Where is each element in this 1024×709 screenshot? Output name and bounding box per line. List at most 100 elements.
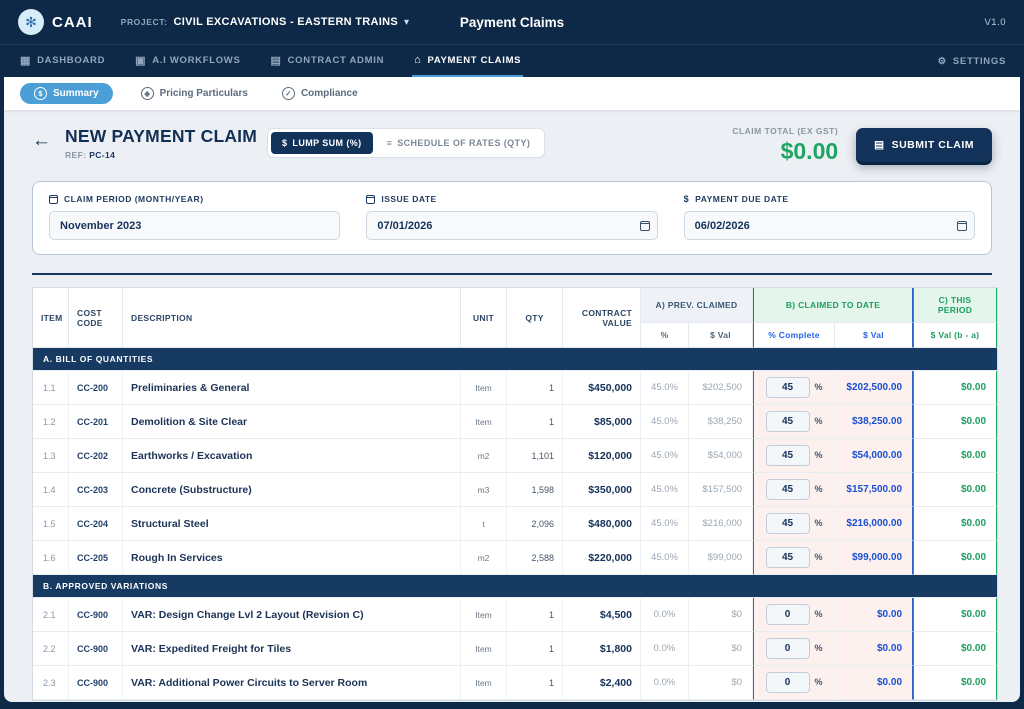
claimed-to-date-val-cell: $0.00 [835, 666, 914, 700]
schedule-of-rates-toggle-button[interactable]: ≡ SCHEDULE OF RATES (QTY) [376, 132, 542, 154]
percent-complete-input[interactable] [765, 479, 810, 500]
description-cell: Preliminaries & General [123, 371, 461, 405]
percent-complete-input[interactable] [765, 547, 810, 568]
description-cell: Rough In Services [123, 541, 461, 575]
claim-period-field: CLAIM PERIOD (MONTH/YEAR) [49, 194, 341, 240]
nav-item-contract-admin[interactable]: ▤ CONTRACT ADMIN [269, 45, 387, 77]
claims-table: ITEM COST CODE DESCRIPTION UNIT QTY CONT… [32, 287, 999, 701]
section-title: A. BILL OF QUANTITIES [33, 348, 998, 371]
percent-suffix: % [814, 609, 823, 619]
version-badge: V1.0 [984, 16, 1006, 28]
main-nav: ▦ DASHBOARD ▣ A.I WORKFLOWS ▤ CONTRACT A… [0, 44, 1024, 77]
percent-complete-input[interactable] [765, 513, 810, 534]
percent-suffix: % [814, 416, 823, 426]
contract-value-cell: $2,400 [563, 666, 641, 700]
percent-complete-input[interactable] [765, 604, 810, 625]
workflows-icon: ▣ [135, 54, 147, 67]
tab-compliance[interactable]: ✓ Compliance [276, 83, 364, 104]
claim-title: NEW PAYMENT CLAIM [65, 126, 258, 146]
claimed-to-date-val-cell: $38,250.00 [835, 405, 914, 439]
prev-claimed-pct-cell: 0.0% [641, 666, 689, 700]
cost-code-cell: CC-900 [69, 666, 123, 700]
pct-complete-cell: % [753, 507, 836, 541]
percent-complete-input[interactable] [765, 445, 810, 466]
dollar-icon: $ [683, 194, 690, 204]
pct-complete-cell: % [753, 598, 836, 632]
nav-item-ai-workflows[interactable]: ▣ A.I WORKFLOWS [133, 45, 242, 77]
submit-claim-button[interactable]: ▤ SUBMIT CLAIM [856, 128, 992, 162]
item-number-cell: 2.3 [33, 666, 69, 700]
percent-complete-input[interactable] [765, 377, 810, 398]
shield-check-icon: ✓ [281, 87, 295, 100]
lump-sum-toggle-button[interactable]: $ LUMP SUM (%) [271, 132, 373, 154]
contract-value-cell: $1,800 [563, 632, 641, 666]
description-cell: Structural Steel [123, 507, 461, 541]
prev-claimed-pct-cell: 0.0% [641, 598, 689, 632]
nav-label: DASHBOARD [37, 54, 106, 66]
col-header-unit: UNIT [461, 288, 507, 348]
table-row: 1.5 CC-204 Structural Steel t 2,096 $480,000 4… [33, 507, 998, 541]
col-header-qty: QTY [507, 288, 563, 348]
unit-cell: Item [461, 632, 507, 666]
section-header-row: B. APPROVED VARIATIONS [33, 575, 998, 598]
col-header-prev-pct: % [641, 323, 689, 348]
percent-complete-input[interactable] [765, 411, 810, 432]
date-picker-icon[interactable] [639, 220, 650, 231]
percent-complete-input[interactable] [765, 638, 810, 659]
cost-code-cell: CC-900 [69, 598, 123, 632]
nav-item-settings[interactable]: ⚙ SETTINGS [938, 45, 1006, 77]
issue-date-field: ISSUE DATE [366, 194, 658, 240]
unit-cell: Item [461, 666, 507, 700]
brand-name: CAAI [52, 13, 93, 31]
qty-cell: 2,096 [507, 507, 563, 541]
page-title: Payment Claims [459, 14, 565, 30]
qty-cell: 1 [507, 666, 563, 700]
issue-date-input-wrap [366, 211, 658, 240]
nav-label: CONTRACT ADMIN [287, 54, 385, 66]
table-row: 1.2 CC-201 Demolition & Site Clear Item 1 $85… [33, 405, 998, 439]
item-number-cell: 1.2 [33, 405, 69, 439]
col-header-description: DESCRIPTION [123, 288, 461, 348]
section-header-row: A. BILL OF QUANTITIES [33, 348, 998, 371]
nav-item-dashboard[interactable]: ▦ DASHBOARD [18, 45, 107, 77]
pct-complete-cell: % [753, 439, 836, 473]
project-name: CIVIL EXCAVATIONS - EASTERN TRAINS [173, 16, 399, 28]
contract-value-cell: $120,000 [563, 439, 641, 473]
percent-suffix: % [814, 518, 823, 528]
qty-cell: 1 [507, 405, 563, 439]
table-row: 2.1 CC-900 VAR: Design Change Lvl 2 Layout… [33, 598, 998, 632]
this-period-val-cell: $0.00 [913, 598, 998, 632]
claim-period-input[interactable] [49, 211, 341, 240]
description-cell: Concrete (Substructure) [123, 473, 461, 507]
caai-logo-icon: ✻ [18, 9, 44, 35]
date-picker-icon[interactable] [956, 220, 967, 231]
issue-date-input[interactable] [366, 211, 658, 240]
col-header-prev-val: $ Val [689, 323, 754, 348]
percent-complete-input[interactable] [765, 672, 810, 693]
this-period-val-cell: $0.00 [913, 541, 998, 575]
back-arrow-icon[interactable]: ← [32, 130, 51, 152]
contract-value-cell: $220,000 [563, 541, 641, 575]
tab-summary[interactable]: $ Summary [20, 83, 113, 104]
dollar-circle-icon: $ [34, 87, 47, 100]
payment-due-date-label: $ PAYMENT DUE DATE [684, 194, 975, 204]
description-cell: Earthworks / Excavation [123, 439, 461, 473]
payment-due-date-input-wrap [683, 211, 975, 240]
project-selector[interactable]: PROJECT: CIVIL EXCAVATIONS - EASTERN TRA… [121, 16, 409, 28]
pct-complete-cell: % [753, 405, 836, 439]
nav-item-payment-claims[interactable]: ⌂ PAYMENT CLAIMS [412, 45, 524, 77]
document-icon: ▤ [270, 54, 282, 67]
item-number-cell: 1.1 [33, 371, 69, 405]
description-cell: VAR: Expedited Freight for Tiles [123, 632, 461, 666]
this-period-val-cell: $0.00 [913, 473, 998, 507]
prev-claimed-val-cell: $99,000 [689, 541, 754, 575]
prev-claimed-val-cell: $216,000 [689, 507, 754, 541]
prev-claimed-pct-cell: 45.0% [641, 405, 689, 439]
tag-icon: ◈ [140, 87, 154, 100]
tab-pricing-particulars[interactable]: ◈ Pricing Particulars [135, 83, 254, 104]
item-number-cell: 1.3 [33, 439, 69, 473]
cost-code-cell: CC-203 [69, 473, 123, 507]
payment-due-date-input[interactable] [683, 211, 975, 240]
this-period-val-cell: $0.00 [913, 439, 998, 473]
claim-total: CLAIM TOTAL (EX GST) $0.00 [732, 126, 838, 165]
